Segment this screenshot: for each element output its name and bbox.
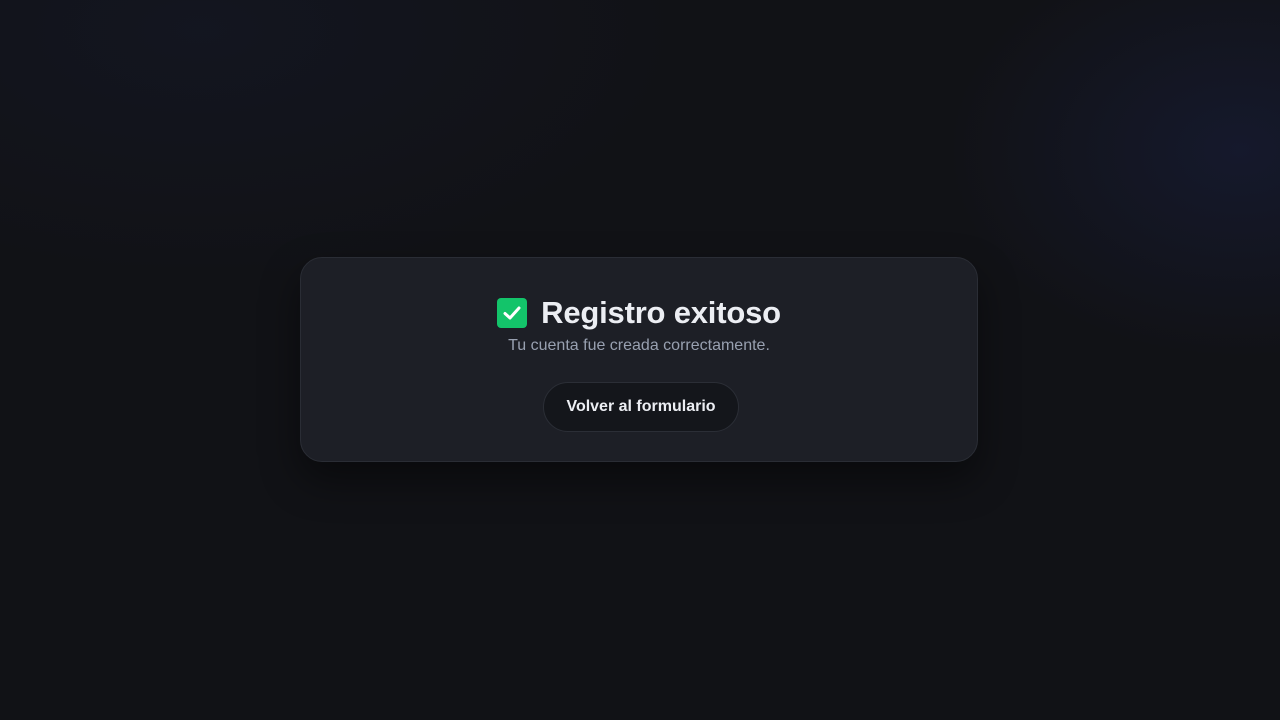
check-icon <box>497 298 528 328</box>
success-message: Tu cuenta fue creada correctamente. <box>508 337 770 354</box>
back-to-form-button[interactable]: Volver al formulario <box>543 382 739 432</box>
title-row: Registro exitoso <box>301 296 977 330</box>
page-title: Registro exitoso <box>541 295 781 330</box>
success-card: Registro exitoso Tu cuenta fue creada co… <box>300 257 978 462</box>
